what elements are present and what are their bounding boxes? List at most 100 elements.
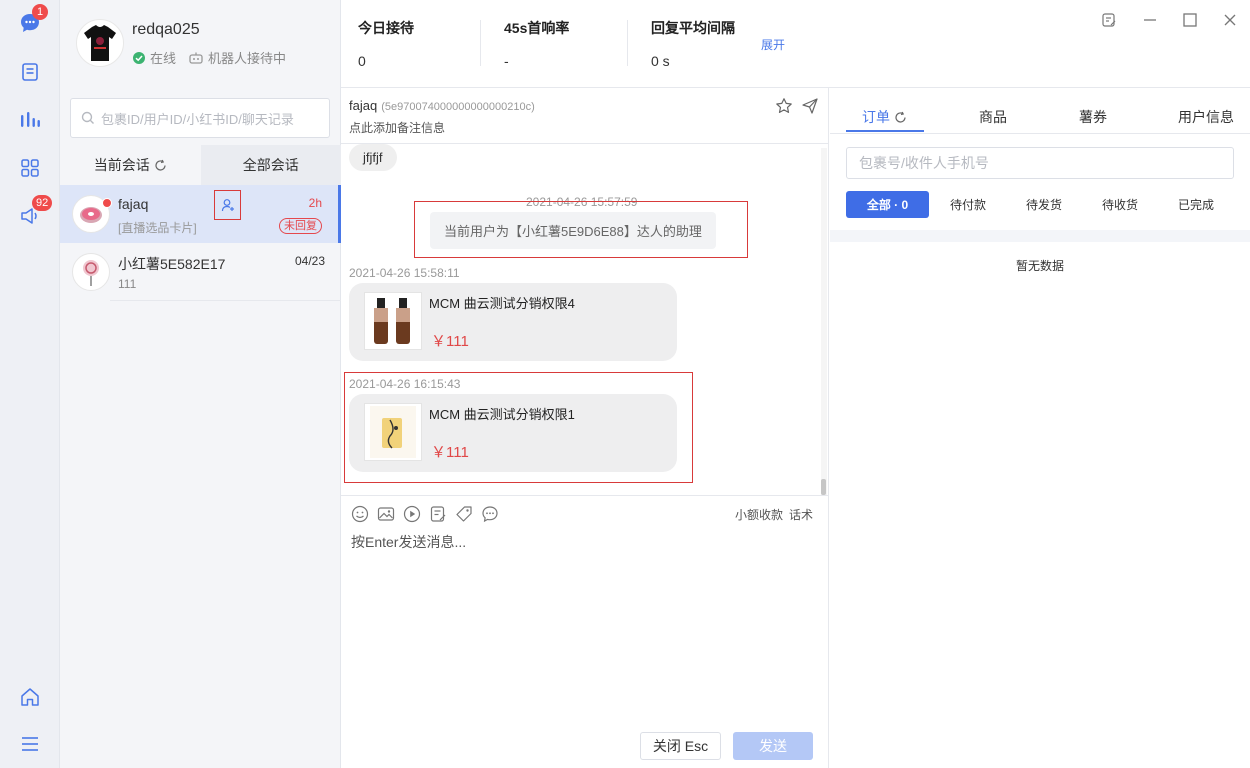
filter-all[interactable]: 全部 · 0 — [846, 191, 929, 218]
tshirt-avatar-icon — [84, 25, 116, 61]
product-card[interactable]: MCM 曲云测试分销权限1 ￥111 — [349, 394, 677, 472]
composer-links: 小额收款 话术 — [735, 506, 813, 523]
conversation-panel: redqa025 在线 机器人接待中 包裹ID/用户ID/小红书ID/聊天记录 … — [60, 0, 341, 768]
tab-products[interactable]: 商品 — [979, 107, 1007, 127]
close-window-button[interactable] — [1220, 10, 1240, 30]
chat-header-actions — [775, 97, 819, 115]
small-payment-link[interactable]: 小额收款 — [735, 506, 783, 523]
chat-scrollbar-thumb[interactable] — [821, 479, 826, 495]
stat-label: 回复平均间隔 — [651, 20, 735, 36]
filter-pending-receipt[interactable]: 待收货 — [1102, 191, 1138, 218]
orders-nav[interactable] — [15, 57, 45, 87]
tab-coupons[interactable]: 薯券 — [1079, 107, 1107, 127]
robot-status-label[interactable]: 机器人接待中 — [208, 48, 286, 67]
document-icon — [22, 63, 38, 81]
apps-nav[interactable] — [15, 153, 45, 183]
stat-average-interval: 回复平均间隔 0 s — [651, 18, 735, 69]
serum-bottles-image — [374, 298, 410, 344]
product-image — [364, 403, 422, 461]
conversation-search[interactable]: 包裹ID/用户ID/小红书ID/聊天记录 — [70, 98, 330, 138]
stats-nav[interactable] — [15, 105, 45, 135]
product-price: ￥111 — [431, 444, 469, 461]
menu-nav[interactable] — [15, 729, 45, 759]
video-button[interactable] — [403, 505, 421, 523]
conversation-name: fajaq — [118, 196, 149, 212]
stat-value: 0 s — [651, 53, 670, 69]
image-icon — [377, 507, 395, 521]
minimize-icon — [1144, 19, 1156, 21]
tab-orders[interactable]: 订单 — [862, 107, 907, 127]
chat-user: fajaq (5e970074000000000000210c) — [349, 98, 535, 113]
tab-all-conversations[interactable]: 全部会话 — [200, 145, 341, 185]
assistant-user-indicator[interactable] — [214, 190, 241, 220]
online-status-label[interactable]: 在线 — [150, 48, 176, 67]
product-price: ￥111 — [431, 333, 469, 350]
empty-state: 暂无数据 — [1015, 259, 1064, 273]
chat-panel: fajaq (5e970074000000000000210c) 点此添加备注信息… — [341, 88, 829, 768]
stat-label: 45s首响率 — [504, 20, 570, 36]
conversation-item[interactable]: fajaq [直播选品卡片] 2h 未回复 — [60, 185, 341, 243]
filter-completed[interactable]: 已完成 — [1178, 191, 1214, 218]
order-search-input[interactable] — [846, 147, 1234, 179]
chat-scrollbar[interactable] — [821, 148, 827, 496]
filter-pending-shipment[interactable]: 待发货 — [1026, 191, 1062, 218]
divider — [480, 20, 481, 66]
refresh-icon[interactable] — [894, 111, 907, 124]
notification-badge: 92 — [32, 195, 53, 211]
lollipop-avatar-icon — [83, 260, 99, 286]
maximize-button[interactable] — [1180, 10, 1200, 30]
stats-bar: 今日接待 0 45s首响率 - 回复平均间隔 0 s 展开 — [341, 0, 1250, 88]
message-input[interactable] — [351, 534, 811, 550]
feedback-button[interactable] — [1099, 10, 1119, 30]
conversation-preview: [直播选品卡片] — [118, 221, 197, 235]
tab-current-conversations[interactable]: 当前会话 — [60, 145, 201, 185]
notifications-nav[interactable]: 92 — [15, 195, 53, 231]
emoji-button[interactable] — [351, 505, 369, 523]
tab-user-info[interactable]: 用户信息 — [1178, 107, 1234, 127]
expand-link[interactable]: 展开 — [761, 36, 785, 53]
refresh-icon[interactable] — [154, 159, 167, 172]
illustration-card-image — [370, 406, 416, 458]
agent-status: 在线 机器人接待中 — [132, 48, 286, 67]
conversation-preview: 111 — [118, 277, 137, 291]
info-tabs: 订单 商品 薯券 用户信息 — [830, 88, 1250, 134]
play-icon — [403, 505, 421, 523]
filter-pending-payment[interactable]: 待付款 — [950, 191, 986, 218]
image-button[interactable] — [377, 505, 395, 523]
unreplied-badge: 未回复 — [279, 218, 322, 234]
conversation-name: 小红薯5E582E17 — [118, 256, 226, 272]
coupon-button[interactable] — [455, 505, 473, 523]
close-chat-button[interactable]: 关闭 Esc — [640, 732, 721, 760]
edit-note-icon — [1102, 13, 1116, 27]
chat-header: fajaq (5e970074000000000000210c) 点此添加备注信息 — [341, 88, 829, 144]
agent-avatar[interactable] — [76, 19, 124, 67]
send-button[interactable]: 发送 — [733, 732, 813, 760]
home-icon — [21, 688, 39, 706]
product-title: MCM 曲云测试分销权限4 — [429, 296, 575, 311]
nav-rail: 1 92 — [0, 0, 60, 768]
divider — [830, 230, 1250, 242]
home-nav[interactable] — [15, 682, 45, 712]
system-message: 当前用户为【小红薯5E9D6E88】达人的助理 — [430, 212, 716, 249]
chat-user-id: (5e970074000000000000210c) — [381, 101, 535, 113]
conversation-item[interactable]: 小红薯5E582E17 111 04/23 — [60, 243, 341, 301]
hamburger-menu-icon — [22, 737, 38, 751]
divider — [110, 300, 341, 301]
script-link[interactable]: 话术 — [789, 506, 813, 523]
product-card[interactable]: MCM 曲云测试分销权限4 ￥111 — [349, 283, 677, 361]
chat-dots-icon — [482, 506, 498, 523]
bar-chart-icon — [21, 112, 40, 127]
messages-nav[interactable]: 1 — [15, 4, 48, 38]
quick-reply-button[interactable] — [481, 505, 499, 523]
message-time: 2021-04-26 16:15:43 — [349, 377, 461, 391]
stat-label: 今日接待 — [358, 20, 414, 36]
share-send-icon[interactable] — [801, 97, 819, 115]
conversation-search-placeholder: 包裹ID/用户ID/小红书ID/聊天记录 — [101, 111, 294, 127]
star-icon[interactable] — [775, 97, 793, 115]
product-title: MCM 曲云测试分销权限1 — [429, 407, 575, 422]
add-remark-link[interactable]: 点此添加备注信息 — [349, 119, 445, 136]
conversation-tabs: 当前会话 全部会话 — [60, 145, 341, 185]
conversation-time: 04/23 — [294, 254, 325, 268]
order-card-button[interactable] — [429, 505, 447, 523]
minimize-button[interactable] — [1140, 10, 1160, 30]
